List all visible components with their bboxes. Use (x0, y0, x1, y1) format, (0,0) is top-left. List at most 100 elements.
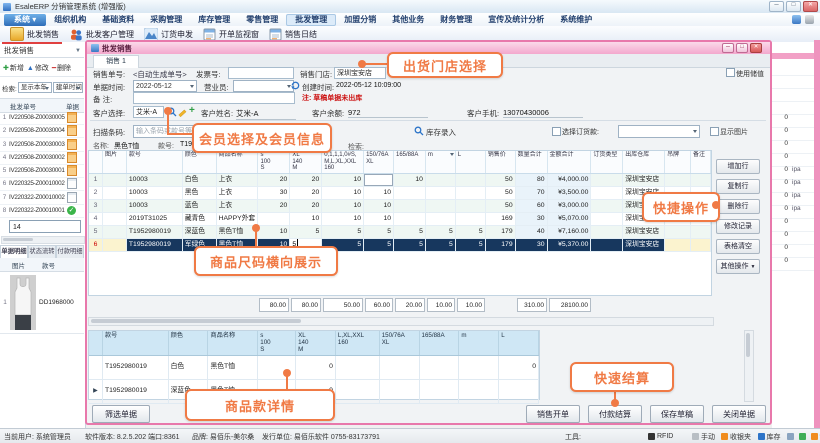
save-draft-button[interactable]: 保存草稿 (650, 405, 704, 423)
invoice-input[interactable] (228, 67, 294, 79)
column-header-7[interactable]: 0,1,1,1,0#S, M,L,XL,XXL 160 (322, 151, 364, 173)
status-stock-search-button[interactable]: 库存 (758, 432, 781, 442)
order-list-row[interactable]: 1IV220508-Z00030005 (0, 111, 84, 125)
column-header-17[interactable]: 吊牌 (665, 151, 691, 173)
order-style-checkbox[interactable] (552, 127, 561, 136)
order-list-row[interactable]: 6IV220325-Z00010002 (0, 177, 84, 191)
clerk-select[interactable] (233, 80, 294, 92)
sidebar-tab-wholesale[interactable]: 批发销售 ▼ (0, 44, 84, 58)
table-row[interactable]: 6T1952980019军绿色黑色T恤1055555517930¥5,370.0… (89, 239, 711, 252)
edit-record-button[interactable]: 修改记录 (716, 219, 760, 234)
order-list-row[interactable]: 3IV220508-Z00030003 (0, 138, 84, 152)
detail-column-header-6[interactable]: L,XL,XXL 160 (336, 331, 380, 355)
sidebar-detail-row[interactable]: 1 DD1968000 (0, 271, 84, 334)
tab-sale-1[interactable]: 销售 1 (93, 55, 139, 68)
column-header-12[interactable]: 销售价 (486, 151, 516, 173)
sidebar-hscrollbar[interactable] (1, 236, 85, 244)
column-header-16[interactable]: 出库仓库 (623, 151, 665, 173)
order-list-row[interactable]: 4IV220508-Z00030002 (0, 151, 84, 165)
column-header-15[interactable]: 订货类型 (591, 151, 623, 173)
toolbar-sales-day-close[interactable]: 销售日结 (269, 28, 317, 41)
sidebar-delete-button[interactable]: ━删除 (52, 63, 71, 73)
table-row[interactable]: 310003蓝色上衣202010105060¥3,000.00深圳宝安店 (89, 200, 711, 213)
toolbar-wholesale-sale[interactable]: 批发销售 (10, 27, 59, 41)
customer-input[interactable]: 艾米-A (133, 106, 164, 118)
open-sale-button[interactable]: 销售开单 (526, 405, 580, 423)
show-image-checkbox[interactable] (710, 127, 719, 136)
sidebar-edit-cell[interactable]: 14 (9, 220, 81, 233)
toolbar-order-dispatch[interactable]: 订货申发 (144, 28, 193, 41)
menu-item-9[interactable]: 其他业务 (384, 14, 432, 26)
sidebar-range-select[interactable]: 显示本年 (18, 82, 52, 93)
menu-item-5[interactable]: 库存管理 (190, 14, 238, 26)
detail-column-header-4[interactable]: s 100 S (258, 331, 296, 355)
detail-column-header-10[interactable]: L (499, 331, 539, 355)
order-list-row[interactable]: 7IV220322-Z00010002 (0, 191, 84, 205)
menu-item-10[interactable]: 财务管理 (432, 14, 480, 26)
column-header-9[interactable]: 165/88A (394, 151, 426, 173)
sidebar-sort-select[interactable]: 建单时间 (53, 82, 83, 93)
sidebar-detail-tab-3[interactable]: 付款明细 (56, 245, 84, 258)
detail-column-header-3[interactable]: 商品名称 (208, 331, 258, 355)
menu-item-7[interactable]: 批发管理 (286, 14, 336, 26)
column-header-6[interactable]: XL 140 M (290, 151, 322, 173)
pay-settle-button[interactable]: 付款结算 (588, 405, 642, 423)
delete-row-button[interactable]: 删除行 (716, 199, 760, 214)
customer-edit-icon[interactable] (178, 107, 188, 117)
detail-column-header-1[interactable]: 款号 (103, 331, 169, 355)
window-close-button[interactable]: ✕ (803, 1, 818, 12)
customer-add-icon[interactable]: + (189, 105, 195, 116)
menu-item-1[interactable]: 系统 ▾ (4, 14, 46, 26)
grid-hscrollbar[interactable] (88, 317, 714, 326)
table-row[interactable]: 110003白色上衣202010105080¥4,000.00深圳宝安店 (89, 174, 711, 187)
filter-orders-button[interactable]: 筛选单据 (92, 405, 150, 423)
order-list-row[interactable]: 5IV220508-Z00030001 (0, 164, 84, 178)
order-list-row[interactable]: 2IV220508-Z00030004 (0, 124, 84, 138)
more-actions-button[interactable]: 其他操作 ▼ (716, 259, 760, 274)
store-input[interactable]: 深圳宝安店 (334, 67, 386, 79)
sidebar-detail-tab-2[interactable]: 状态流转 (28, 245, 56, 258)
memo-input[interactable] (133, 92, 295, 104)
menu-item-12[interactable]: 系统维护 (552, 14, 600, 26)
menu-item-11[interactable]: 宣传及统计分析 (480, 14, 552, 26)
status-lock-button[interactable]: 锁屏 (811, 432, 820, 442)
detail-column-header-7[interactable]: 150/76A XL (380, 331, 420, 355)
menu-tool-icon-1[interactable] (792, 15, 801, 24)
column-header-13[interactable]: 数量合计 (516, 151, 548, 173)
use-checkbox[interactable] (726, 68, 735, 77)
add-row-button[interactable]: 增加行 (716, 159, 760, 174)
column-header-5[interactable]: s 100 S (258, 151, 290, 173)
status-manual-button[interactable]: 手动 (692, 432, 715, 442)
sidebar-detail-tab-1[interactable]: 单据明细 (0, 245, 28, 258)
dialog-minimize-button[interactable]: ─ (722, 43, 734, 53)
column-header-1[interactable]: 图片 (103, 151, 127, 173)
menu-item-3[interactable]: 基础资料 (94, 14, 142, 26)
table-row[interactable]: 210003黑色上衣302010105070¥3,500.00深圳宝安店 (89, 187, 711, 200)
sidebar-edit-button[interactable]: ▲修改 (27, 63, 49, 73)
copy-row-button[interactable]: 复制行 (716, 179, 760, 194)
status-grid-button[interactable] (787, 433, 796, 440)
chevron-down-icon[interactable]: ▼ (75, 48, 81, 54)
window-maximize-button[interactable]: □ (786, 1, 801, 12)
close-order-button[interactable]: 关闭单据 (712, 405, 766, 423)
menu-tool-icon-2[interactable] (805, 15, 814, 24)
detail-column-header-9[interactable]: m (459, 331, 499, 355)
column-header-2[interactable]: 款号 (127, 151, 183, 173)
column-header-14[interactable]: 金额合计 (548, 151, 592, 173)
column-header-11[interactable]: L (456, 151, 486, 173)
stock-entry-search-icon[interactable] (414, 126, 424, 136)
menu-item-8[interactable]: 加盟分销 (336, 14, 384, 26)
dialog-close-button[interactable]: ✕ (750, 43, 762, 53)
sync-icon[interactable] (291, 81, 300, 90)
toolbar-billing-monitor[interactable]: 开单监视窗 (203, 28, 259, 41)
detail-column-header-5[interactable]: XL 140 M (296, 331, 336, 355)
table-row[interactable]: 5T1952980019深蓝色黑色T恤1055555517940¥7,160.0… (89, 226, 711, 239)
column-header-3[interactable]: 颜色 (183, 151, 217, 173)
menu-item-6[interactable]: 零售管理 (238, 14, 286, 26)
detail-vscrollbar[interactable] (744, 330, 754, 402)
detail-table-row[interactable]: T1952980019白色黑色T恤00 (89, 356, 539, 380)
detail-column-header-2[interactable]: 颜色 (169, 331, 209, 355)
order-list-row[interactable]: 8IV220322-Z00010001✓ (0, 204, 84, 218)
date-select[interactable]: 2022-05-12 (133, 80, 197, 92)
status-rfid-button[interactable]: RFID (648, 433, 673, 440)
